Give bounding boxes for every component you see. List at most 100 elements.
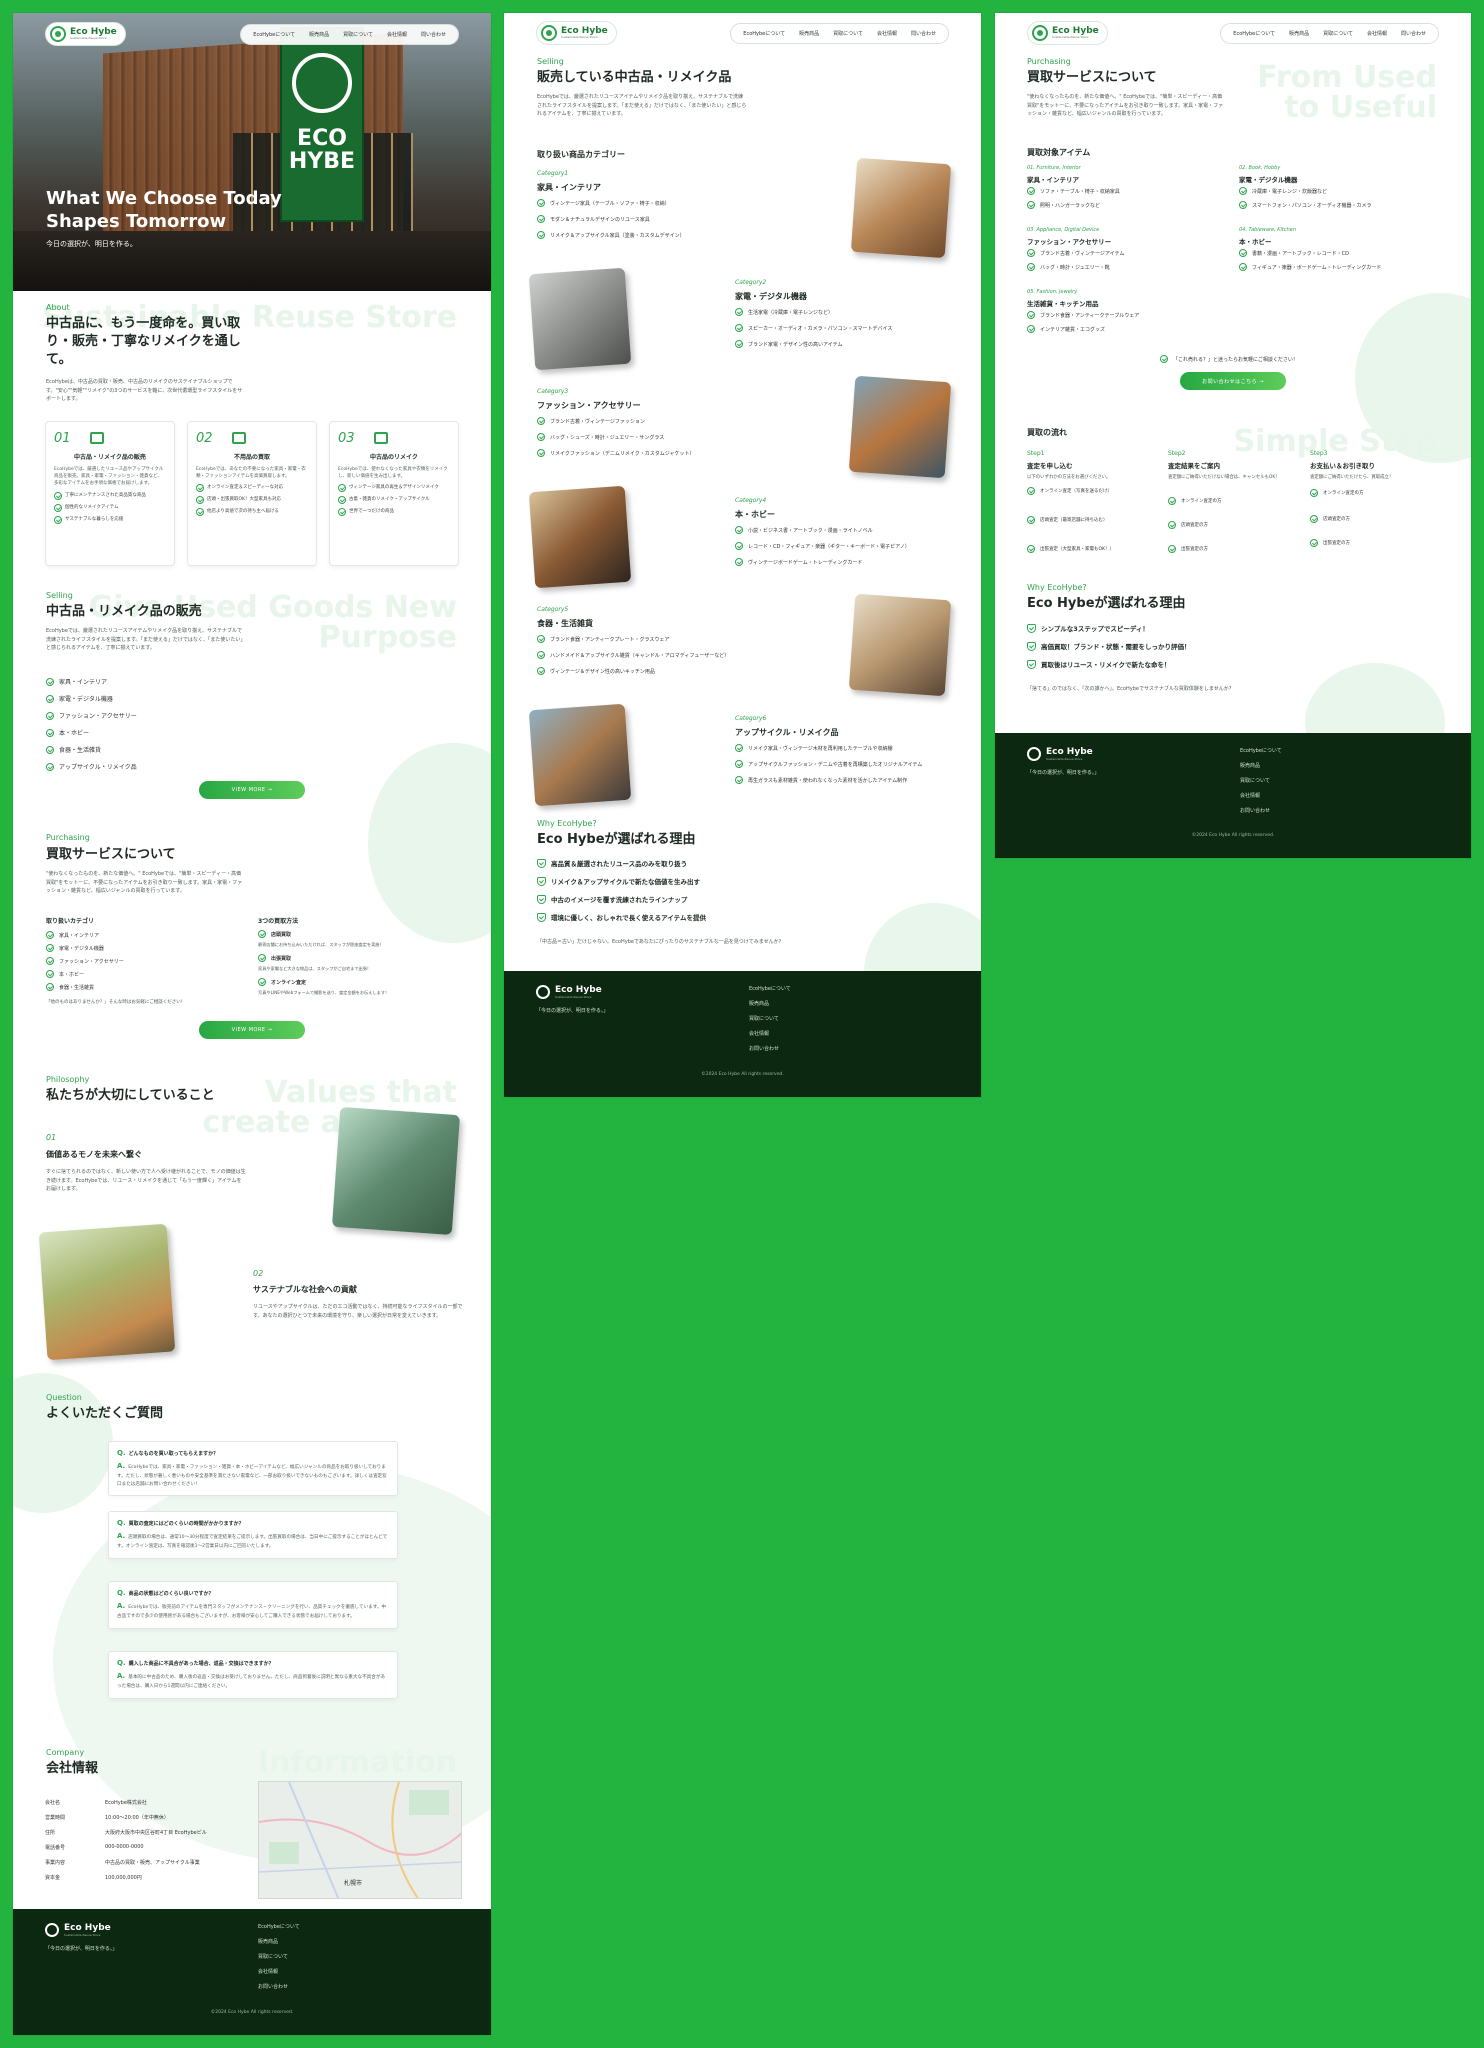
step-item: 出張査定の方 bbox=[1310, 539, 1350, 547]
faq-item[interactable]: Q. 購入した商品に不具合があった場合、返品・交換はできますか？ A. 基本的に中古… bbox=[108, 1651, 398, 1699]
reason-label: 買取後はリユース・リメイクで新たな命を！ bbox=[1041, 661, 1171, 669]
company-row: 営業時間 10:00〜20:00（年中無休） bbox=[45, 1814, 169, 1821]
nav-about[interactable]: EcoHybeについて bbox=[743, 30, 785, 37]
footer-brand-tagline: Sustainable Reuse Store bbox=[64, 1933, 101, 1937]
footer-tagline: 「今日の選択が、明日を作る。」 bbox=[536, 1008, 609, 1014]
category-item-label: リメイク＆アップサイクル家具（塗装・カスタムデザイン） bbox=[550, 232, 685, 239]
philosophy-image-hands bbox=[331, 1106, 461, 1236]
check-icon bbox=[1027, 325, 1035, 333]
check-icon bbox=[735, 340, 743, 348]
footer-link[interactable]: お問い合わせ bbox=[258, 1983, 300, 1990]
category-item: リメイクファッション（デニムリメイク・カスタムジャケット） bbox=[537, 449, 694, 457]
footer-brand-name: Eco Hybe bbox=[64, 1923, 111, 1933]
selling-item-label: 家具・インテリア bbox=[59, 679, 108, 686]
method-title: 出張買取 bbox=[271, 955, 292, 962]
why-heading: Eco Hybeが選ばれる理由 bbox=[1027, 596, 1186, 611]
footer-link[interactable]: 販売商品 bbox=[1240, 762, 1282, 769]
step-title: お支払い＆お引き取り bbox=[1310, 462, 1375, 470]
footer-copyright: ©2024 Eco Hybe All rights reserved. bbox=[701, 1072, 784, 1077]
method-heading: 3つの買取方法 bbox=[258, 918, 299, 925]
check-icon bbox=[46, 677, 54, 686]
nav-company[interactable]: 会社情報 bbox=[387, 31, 407, 38]
step-item: オンライン査定の方 bbox=[1310, 489, 1364, 497]
nav-purchase[interactable]: 買取について bbox=[1323, 30, 1353, 37]
footer-brand-tagline: Sustainable Reuse Store bbox=[555, 995, 592, 999]
faq-item[interactable]: Q. 買取の査定にはどのくらいの時間がかかりますか？ A. 店頭買取の場合は、通常1… bbox=[108, 1511, 398, 1559]
site-logo[interactable]: Eco Hybe Sustainable Reuse Store bbox=[1027, 21, 1108, 45]
footer-link[interactable]: EcoHybeについて bbox=[258, 1923, 300, 1930]
purchase-method: オンライン査定 bbox=[258, 978, 306, 986]
faq-answer-text: EcoHybeでは、販売前のアイテムを専門スタッフがメンテナンス・クリーニングを… bbox=[117, 1605, 387, 1619]
step-label: Step2 bbox=[1168, 450, 1186, 457]
card-item-label: 他店より高値で次の持ち主へ届ける bbox=[207, 509, 279, 515]
category-item-label: ブランド古着・ヴィンテージファッション bbox=[550, 418, 645, 425]
footer-logo[interactable]: Eco Hybe Sustainable Reuse Store bbox=[1027, 747, 1093, 761]
check-icon bbox=[54, 491, 62, 500]
step-item-label: 店頭査定の方 bbox=[1181, 523, 1208, 528]
footer-link[interactable]: 買取について bbox=[1240, 777, 1282, 784]
nav-company[interactable]: 会社情報 bbox=[877, 30, 897, 37]
company-row-key: 会社名 bbox=[45, 1800, 61, 1806]
footer-link[interactable]: お問い合わせ bbox=[749, 1045, 791, 1052]
footer-link[interactable]: 会社情報 bbox=[749, 1030, 791, 1037]
footer-link[interactable]: EcoHybeについて bbox=[1240, 747, 1282, 754]
contact-button[interactable]: お問い合わせはこちら → bbox=[1180, 372, 1286, 390]
hero-store-sign: ECO HYBE bbox=[280, 27, 364, 222]
card-title: 中古品のリメイク bbox=[370, 454, 418, 461]
nav-purchase[interactable]: 買取について bbox=[343, 31, 373, 38]
footer-logo[interactable]: Eco Hybe Sustainable Reuse Store bbox=[45, 1923, 111, 1937]
faq-question-text: 購入した商品に不具合があった場合、返品・交換はできますか？ bbox=[128, 1661, 274, 1667]
footer-link[interactable]: 販売商品 bbox=[258, 1938, 300, 1945]
footer-link[interactable]: 買取について bbox=[749, 1015, 791, 1022]
company-map[interactable]: 札幌市 bbox=[258, 1781, 462, 1899]
footer-link[interactable]: お問い合わせ bbox=[1240, 807, 1282, 814]
category-label: Category4 bbox=[735, 497, 767, 504]
nav-contact[interactable]: 問い合わせ bbox=[911, 30, 936, 37]
reason-item: 環境に優しく、おしゃれで長く使えるアイテムを提供 bbox=[537, 912, 706, 922]
nav-contact[interactable]: 問い合わせ bbox=[1401, 30, 1426, 37]
nav-about[interactable]: EcoHybeについて bbox=[1233, 30, 1275, 37]
purchasing-heading: 買取サービスについて bbox=[46, 847, 176, 862]
footer-link[interactable]: 買取について bbox=[258, 1953, 300, 1960]
company-row-value: EcoHybe株式会社 bbox=[105, 1800, 147, 1806]
faq-answer: A. EcoHybeでは、家具・家電・ファッション・雑貨・本・ホビーアイテムなど、… bbox=[117, 1462, 387, 1487]
company-row-key: 事業内容 bbox=[45, 1860, 66, 1866]
category-item: ヴィンテージボードゲーム・トレーディングカード bbox=[735, 558, 862, 566]
hero-title-line1: What We Choose Today bbox=[46, 188, 282, 209]
selling-view-more-button[interactable]: VIEW MORE → bbox=[199, 781, 305, 799]
footer-link[interactable]: 販売商品 bbox=[749, 1000, 791, 1007]
badge-check-icon bbox=[1027, 623, 1036, 633]
site-logo[interactable]: Eco Hybe Sustainable Reuse Store bbox=[45, 22, 126, 46]
check-icon bbox=[338, 508, 346, 517]
nav-products[interactable]: 販売商品 bbox=[309, 31, 329, 38]
check-icon bbox=[196, 496, 204, 505]
footer-logo[interactable]: Eco Hybe Sustainable Reuse Store bbox=[536, 985, 602, 999]
question-icon bbox=[1160, 355, 1168, 363]
page-home: ECO HYBE What We Choose Today Shapes Tom… bbox=[13, 13, 491, 2035]
check-icon bbox=[46, 694, 54, 703]
main-nav: EcoHybeについて 販売商品 買取について 会社情報 問い合わせ bbox=[1220, 22, 1439, 44]
nav-company[interactable]: 会社情報 bbox=[1367, 30, 1387, 37]
faq-item[interactable]: Q. 商品の状態はどのくらい良いですか？ A. EcoHybeでは、販売前のアイテム… bbox=[108, 1581, 398, 1629]
category-item: 小説・ビジネス書・アートブック・漫画・ライトノベル bbox=[735, 526, 873, 534]
check-icon bbox=[338, 484, 346, 493]
upcycle-photo bbox=[528, 703, 632, 807]
group-item: ブランド古着・ヴィンテージアイテム bbox=[1027, 249, 1124, 257]
faq-heading: よくいただくご質問 bbox=[46, 1406, 164, 1421]
purchasing-view-more-button[interactable]: VIEW MORE → bbox=[199, 1021, 305, 1039]
footer-link[interactable]: EcoHybeについて bbox=[749, 985, 791, 992]
nav-products[interactable]: 販売商品 bbox=[1289, 30, 1309, 37]
footer-link[interactable]: 会社情報 bbox=[258, 1968, 300, 1975]
category-title: ファッション・アクセサリー bbox=[537, 401, 641, 410]
check-icon bbox=[1239, 263, 1247, 271]
site-logo[interactable]: Eco Hybe Sustainable Reuse Store bbox=[536, 21, 617, 45]
nav-purchase[interactable]: 買取について bbox=[833, 30, 863, 37]
footer-link[interactable]: 会社情報 bbox=[1240, 792, 1282, 799]
check-icon bbox=[1168, 545, 1176, 553]
faq-item[interactable]: Q. どんなものを買い取ってもらえますか？ A. EcoHybeでは、家具・家電・フ… bbox=[108, 1441, 398, 1497]
nav-contact[interactable]: 問い合わせ bbox=[421, 31, 446, 38]
card-text: EcoHybeでは、あなたの不要になった家具・家電・衣類・ファッションアイテムを… bbox=[196, 467, 306, 480]
nav-products[interactable]: 販売商品 bbox=[799, 30, 819, 37]
group-label: 02. Book, Hobby bbox=[1239, 165, 1281, 171]
nav-about[interactable]: EcoHybeについて bbox=[253, 31, 295, 38]
